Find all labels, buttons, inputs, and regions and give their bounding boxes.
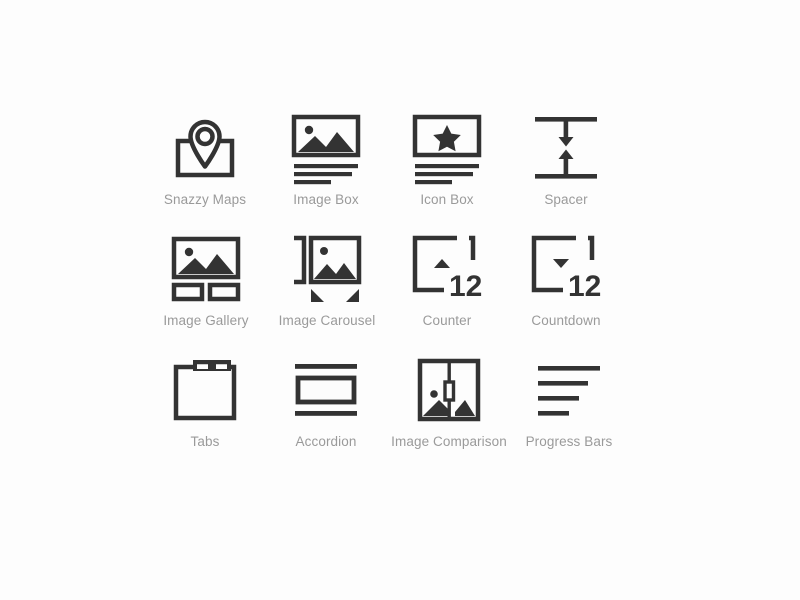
countdown-down-icon-wrap: 12	[526, 229, 606, 309]
icon-label-accordion: Accordion	[295, 434, 357, 449]
countdown-down-icon: 12	[531, 235, 601, 303]
map-pin-icon	[175, 119, 235, 178]
icon-label-image-gallery: Image Gallery	[163, 313, 249, 328]
icon-label-image-comparison: Image Comparison	[391, 434, 507, 449]
icon-label-snazzy-maps: Snazzy Maps	[163, 192, 247, 207]
icon-label-image-carousel: Image Carousel	[278, 313, 376, 328]
icon-cell-countdown[interactable]: 12 Countdown	[491, 229, 641, 329]
image-carousel-icon	[294, 235, 362, 302]
icon-label-counter: Counter	[422, 313, 472, 328]
map-pin-icon-wrap	[165, 108, 245, 188]
icon-label-tabs: Tabs	[190, 434, 220, 449]
image-gallery-icon-wrap	[166, 229, 246, 309]
star-box-icon	[412, 114, 482, 185]
image-carousel-icon-wrap	[287, 229, 367, 309]
star-box-icon-wrap	[407, 108, 487, 188]
icon-label-icon-box: Icon Box	[420, 192, 474, 207]
progress-bars-icon	[538, 366, 600, 416]
progress-bars-icon-wrap	[529, 350, 609, 430]
image-gallery-icon	[171, 236, 241, 302]
icon-grid: Snazzy Maps Image Box Icon Box Spacer Im…	[0, 0, 800, 600]
icon-cell-spacer[interactable]: Spacer	[491, 108, 641, 208]
counter-up-icon-wrap: 12	[407, 229, 487, 309]
icon-cell-progress-bars[interactable]: Progress Bars	[494, 350, 644, 450]
icon-label-countdown: Countdown	[531, 313, 601, 328]
tabs-icon	[173, 360, 237, 421]
image-comparison-icon	[417, 358, 481, 422]
icon-label-image-box: Image Box	[293, 192, 359, 207]
spacer-arrows-icon	[535, 117, 597, 179]
countdown-value: 12	[568, 270, 601, 303]
counter-value: 12	[449, 270, 482, 303]
image-box-icon	[291, 114, 361, 185]
icon-label-progress-bars: Progress Bars	[525, 434, 613, 449]
accordion-icon	[295, 364, 357, 416]
image-box-icon-wrap	[286, 108, 366, 188]
tabs-icon-wrap	[165, 350, 245, 430]
accordion-icon-wrap	[286, 350, 366, 430]
icon-label-spacer: Spacer	[544, 192, 588, 207]
counter-up-icon: 12	[412, 235, 482, 303]
image-comparison-icon-wrap	[409, 350, 489, 430]
spacer-arrows-icon-wrap	[526, 108, 606, 188]
